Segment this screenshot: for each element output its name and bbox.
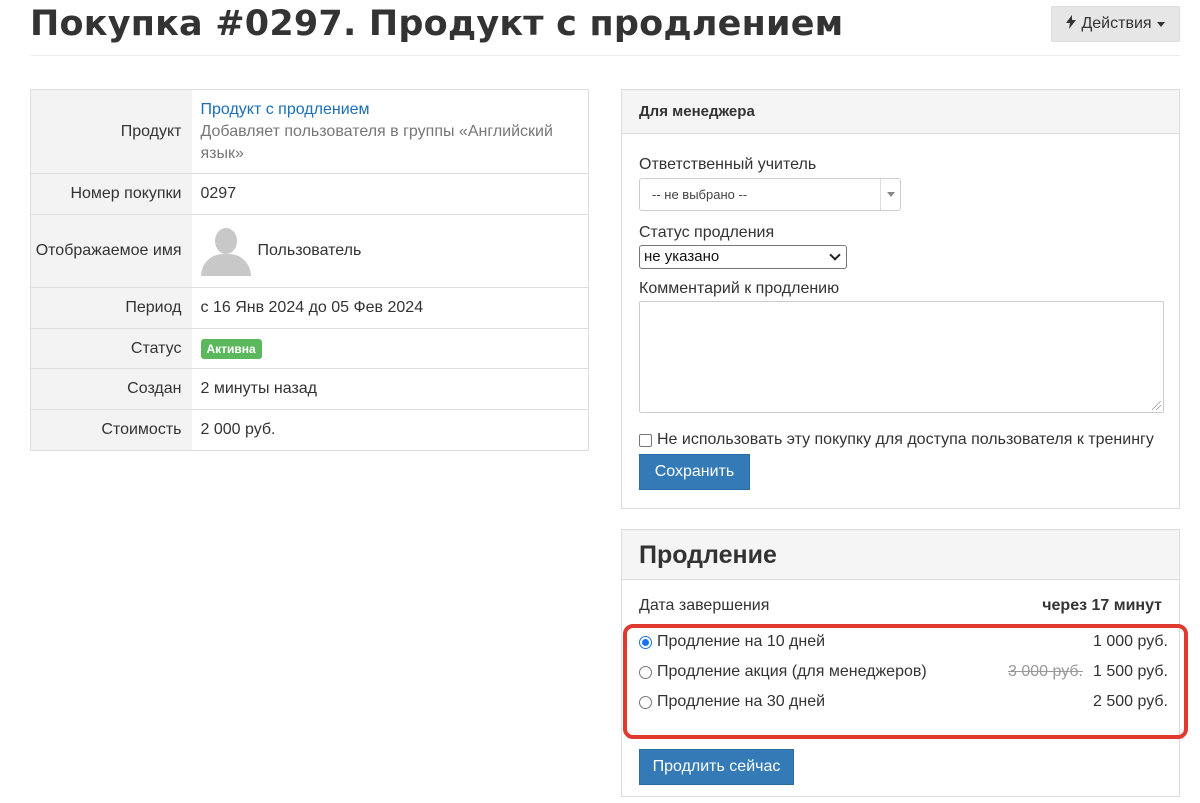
teacher-select-value: -- не выбрано -- (652, 187, 748, 202)
table-row: Создан 2 минуты назад (30, 368, 589, 410)
select-arrow-icon (880, 179, 900, 210)
renewal-option-price: 2 500 руб. (1093, 693, 1168, 710)
status-cell: Активна (191, 328, 589, 369)
number-label: Номер покупки (30, 173, 192, 215)
renewal-option-radio[interactable] (639, 665, 652, 679)
renewal-option-radio[interactable] (639, 695, 652, 709)
renewal-panel: Продление Дата завершения через 17 минут… (621, 529, 1188, 797)
product-label: Продукт (30, 89, 192, 174)
teacher-label: Ответственный учитель (639, 156, 817, 173)
renewal-option[interactable]: Продление на 30 дней 2 500 руб. (639, 693, 1168, 711)
no-access-label[interactable]: Не использовать эту покупку для доступа … (657, 431, 1154, 449)
manager-panel: Для менеджера Ответственный учитель -- н… (621, 89, 1180, 509)
renewal-option-price: 1 500 руб. (1093, 663, 1168, 680)
caret-down-icon (1156, 21, 1165, 27)
resize-grip-icon[interactable] (1152, 401, 1161, 410)
renewal-option[interactable]: Продление на 10 дней 1 000 руб. (639, 633, 1168, 651)
renewal-status-value: не указано (644, 248, 720, 265)
no-access-checkbox[interactable] (639, 434, 652, 447)
end-date-row: Дата завершения через 17 минут (639, 597, 1162, 615)
table-row: Статус Активна (30, 328, 589, 369)
teacher-select[interactable]: -- не выбрано -- (639, 178, 901, 211)
bolt-icon (1066, 14, 1077, 34)
created-value: 2 минуты назад (191, 368, 589, 410)
manager-panel-heading: Для менеджера (622, 90, 1179, 134)
status-label: Статус (30, 328, 192, 369)
renewal-options-highlight: Продление на 10 дней 1 000 руб. Продлени… (623, 624, 1188, 739)
renewal-option[interactable]: Продление акция (для менеджеров) 3 000 р… (639, 663, 1168, 681)
renewal-option-label[interactable]: Продление на 30 дней (657, 693, 1093, 711)
renewal-option-old-price: 3 000 руб. (1008, 663, 1083, 680)
comment-textarea[interactable] (639, 301, 1164, 413)
avatar[interactable] (200, 226, 251, 276)
table-row: Стоимость 2 000 руб. (30, 409, 589, 451)
chevron-down-icon (829, 249, 841, 261)
period-label: Период (30, 287, 192, 329)
comment-label: Комментарий к продлению (639, 280, 840, 297)
created-label: Создан (30, 368, 192, 410)
purchase-info-table: Продукт Продукт с продлением Добавляет п… (30, 89, 589, 451)
table-row: Продукт Продукт с продлением Добавляет п… (30, 89, 589, 174)
status-badge: Активна (200, 338, 262, 359)
renew-now-button[interactable]: Продлить сейчас (639, 749, 794, 785)
actions-label: Действия (1081, 15, 1152, 32)
cost-value: 2 000 руб. (191, 409, 589, 451)
no-access-checkbox-row[interactable]: Не использовать эту покупку для доступа … (639, 431, 1154, 449)
end-date-label: Дата завершения (639, 597, 770, 614)
table-row: Период с 16 Янв 2024 до 05 Фев 2024 (30, 287, 589, 329)
user-name[interactable]: Пользователь (258, 240, 362, 262)
table-row: Номер покупки 0297 (30, 173, 589, 215)
table-row: Отображаемое имя Пользователь (30, 214, 589, 288)
user-cell: Пользователь (191, 214, 589, 288)
renewal-panel-heading: Продление (622, 530, 1179, 580)
page-header: Покупка #0297. Продукт с продлением Дейс… (30, 0, 1180, 56)
product-description: Добавляет пользователя в группы «Английс… (200, 122, 553, 162)
product-link[interactable]: Продукт с продлением (201, 99, 579, 121)
number-value: 0297 (191, 173, 589, 215)
save-button[interactable]: Сохранить (639, 454, 750, 490)
renewal-status-select[interactable]: не указано (639, 245, 847, 269)
renewal-option-radio[interactable] (639, 635, 652, 649)
renewal-status-label: Статус продления (639, 224, 775, 241)
page-title: Покупка #0297. Продукт с продлением (30, 4, 844, 44)
actions-dropdown-button[interactable]: Действия (1051, 6, 1180, 42)
end-date-value: через 17 минут (1042, 597, 1162, 614)
renewal-option-label[interactable]: Продление акция (для менеджеров) (657, 663, 1008, 681)
cost-label: Стоимость (30, 409, 192, 451)
product-cell: Продукт с продлением Добавляет пользоват… (192, 90, 589, 174)
period-value: с 16 Янв 2024 до 05 Фев 2024 (191, 287, 589, 329)
name-label: Отображаемое имя (30, 214, 192, 288)
renewal-option-price: 1 000 руб. (1093, 633, 1168, 650)
renewal-option-label[interactable]: Продление на 10 дней (657, 633, 1093, 651)
